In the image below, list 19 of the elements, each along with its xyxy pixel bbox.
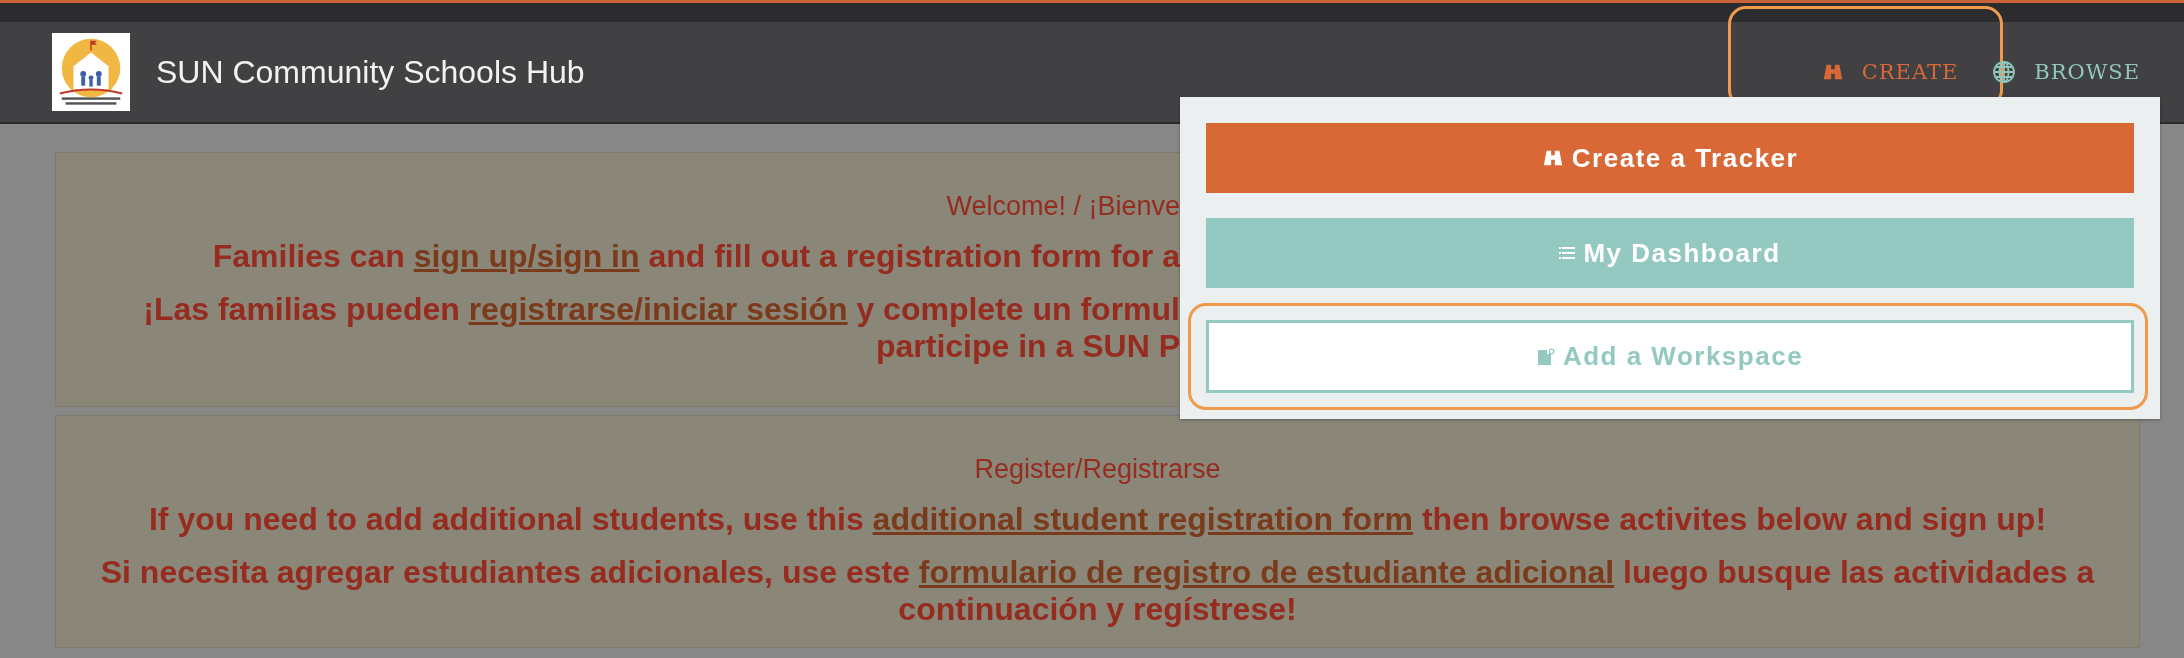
menu-button[interactable]: Add a Workspace — [1206, 320, 2134, 393]
list-icon — [1559, 247, 1576, 259]
menu-button[interactable]: Create a Tracker — [1206, 123, 2134, 193]
card-heading: Welcome! / ¡Bienve — [945, 191, 1180, 222]
card-heading: Register/Registrarse — [973, 454, 1222, 485]
notice-text: Si necesita agregar estudiantes adicionales, use este formulario de registro de estudiante adicional luego busque las actividades a continuación y regístrese! — [99, 553, 2096, 628]
nav-link[interactable]: CREATE — [1821, 52, 1959, 92]
text-link[interactable]: registrarse/iniciar sesión — [468, 290, 848, 327]
nav-link[interactable]: BROWSE — [1992, 52, 2140, 92]
menu-button[interactable]: My Dashboard — [1206, 218, 2134, 288]
notice-text: Families can sign up/sign in and fill out a registration form for a — [211, 238, 1180, 275]
document-icon — [1536, 347, 1555, 366]
text-link[interactable]: additional student registration form — [872, 501, 1414, 537]
globe-icon — [1992, 60, 2017, 84]
notice-text: If you need to add additional students, use this additional student registration form then browse activites below and sign up! — [147, 501, 2048, 538]
notice-text: ¡Las familias pueden registrarse/iniciar sesión y complete un formul participe in a SUN P — [142, 290, 1180, 365]
site-title: SUN Community Schools Hub — [156, 53, 586, 91]
text-link[interactable]: sign up/sign in — [413, 238, 640, 274]
text-link[interactable]: formulario de registro de estudiante adicional — [918, 553, 1615, 590]
